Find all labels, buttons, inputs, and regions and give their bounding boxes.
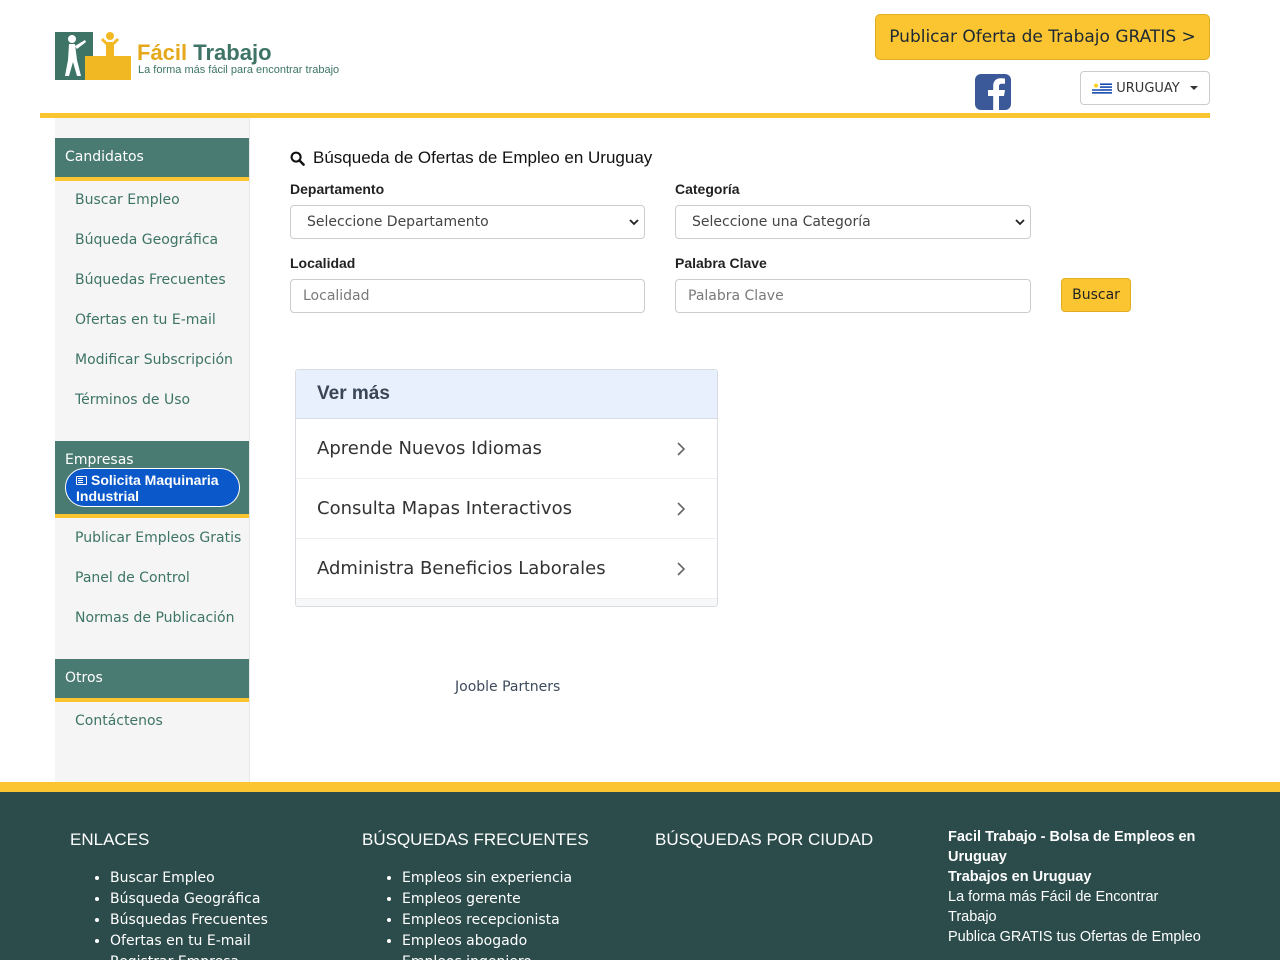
ver-mas-card: Ver más Aprende Nuevos Idiomas Consulta …: [295, 369, 718, 607]
sidebar: Candidatos Buscar Empleo Búqueda Geográf…: [55, 118, 250, 782]
footer-ciudad-title: BÚSQUEDAS POR CIUDAD: [655, 830, 874, 849]
footer-link[interactable]: Registrar Empresa: [110, 952, 268, 960]
chevron-right-icon: [677, 561, 686, 576]
ver-mas-item-mapas[interactable]: Consulta Mapas Interactivos: [296, 479, 717, 539]
sidebar-header-candidatos: Candidatos: [55, 138, 249, 181]
logo-word-trabajo: Trabajo: [193, 40, 272, 65]
site-logo[interactable]: Fácil Trabajo La forma más fácil para en…: [55, 30, 365, 82]
categoria-label: Categoría: [675, 181, 740, 197]
ver-mas-title: Ver más: [296, 370, 717, 419]
footer-link[interactable]: Búsqueda Geográfica: [110, 889, 268, 910]
country-label: URUGUAY: [1116, 80, 1180, 96]
search-title-text: Búsqueda de Ofertas de Empleo en Uruguay: [313, 148, 653, 167]
ver-mas-item-label: Administra Beneficios Laborales: [317, 558, 606, 579]
logo-name: Fácil Trabajo: [137, 41, 272, 65]
localidad-label: Localidad: [290, 255, 356, 271]
footer-link[interactable]: Empleos ingeniero: [402, 952, 572, 960]
footer-link[interactable]: Empleos sin experiencia: [402, 868, 572, 889]
footer-divider: [0, 782, 1280, 792]
buscar-button[interactable]: Buscar: [1061, 278, 1131, 312]
search-title: Búsqueda de Ofertas de Empleo en Uruguay: [290, 148, 652, 168]
ad-icon: [76, 476, 87, 485]
footer-link[interactable]: Empleos gerente: [402, 889, 572, 910]
sidebar-item-contactenos[interactable]: Contáctenos: [75, 713, 163, 729]
departamento-select[interactable]: Seleccione Departamento: [290, 205, 645, 239]
chevron-right-icon: [677, 501, 686, 516]
ver-mas-item-label: Aprende Nuevos Idiomas: [317, 438, 542, 459]
footer-about-line: Trabajos en Uruguay: [948, 869, 1092, 885]
footer-frecuentes-list: Empleos sin experiencia Empleos gerente …: [382, 868, 572, 960]
footer-link[interactable]: Buscar Empleo: [110, 868, 268, 889]
departamento-label: Departamento: [290, 181, 385, 197]
country-dropdown[interactable]: URUGUAY: [1080, 71, 1210, 105]
categoria-select-value: Seleccione una Categoría: [692, 214, 871, 230]
sidebar-item-panel-control[interactable]: Panel de Control: [75, 570, 190, 586]
footer-enlaces-list: Buscar Empleo Búsqueda Geográfica Búsque…: [90, 868, 268, 960]
chevron-down-icon: [629, 219, 639, 226]
maquinaria-ad-label: Solicita Maquinaria Industrial: [76, 472, 219, 504]
caret-down-icon: [1189, 86, 1198, 90]
footer-enlaces-title: ENLACES: [70, 830, 150, 849]
search-icon: [290, 151, 305, 166]
footer-link[interactable]: Empleos recepcionista: [402, 910, 572, 931]
footer-about: Facil Trabajo - Bolsa de Empleos en Urug…: [948, 827, 1208, 947]
facebook-icon[interactable]: [975, 74, 1011, 110]
footer-link[interactable]: Búsquedas Frecuentes: [110, 910, 268, 931]
sidebar-item-ofertas-email[interactable]: Ofertas en tu E-mail: [75, 312, 216, 328]
sidebar-header-otros: Otros: [55, 659, 249, 702]
palabra-clave-label: Palabra Clave: [675, 255, 767, 271]
footer-about-line: La forma más Fácil de Encontrar Trabajo: [948, 889, 1159, 925]
publish-job-button[interactable]: Publicar Oferta de Trabajo GRATIS >: [875, 14, 1210, 60]
sidebar-item-buscar-empleo[interactable]: Buscar Empleo: [75, 192, 180, 208]
logo-word-facil: Fácil: [137, 40, 188, 65]
footer-frecuentes-title: BÚSQUEDAS FRECUENTES: [362, 830, 589, 849]
categoria-select[interactable]: Seleccione una Categoría: [675, 205, 1031, 239]
jooble-partners-link[interactable]: Jooble Partners: [455, 679, 560, 695]
localidad-input[interactable]: [290, 279, 645, 313]
sidebar-header-empresas-label: Empresas: [65, 452, 134, 468]
footer-link[interactable]: Ofertas en tu E-mail: [110, 931, 268, 952]
footer: ENLACES Buscar Empleo Búsqueda Geográfic…: [0, 792, 1280, 960]
footer-about-line: Facil Trabajo - Bolsa de Empleos en Urug…: [948, 829, 1196, 865]
logo-tagline: La forma más fácil para encontrar trabaj…: [138, 64, 340, 76]
sidebar-item-busqueda-geografica[interactable]: Búqueda Geográfica: [75, 232, 218, 248]
maquinaria-ad-pill[interactable]: Solicita Maquinaria Industrial: [65, 468, 240, 507]
uruguay-flag-icon: [1092, 81, 1113, 95]
sidebar-item-terminos-uso[interactable]: Términos de Uso: [75, 392, 190, 408]
footer-about-line: Publica GRATIS tus Ofertas de Empleo: [948, 929, 1201, 945]
sidebar-item-busquedas-frecuentes[interactable]: Búquedas Frecuentes: [75, 272, 226, 288]
sidebar-header-empresas: Empresas Solicita Maquinaria Industrial: [55, 441, 249, 518]
sidebar-item-modificar-subscripcion[interactable]: Modificar Subscripción: [75, 352, 233, 368]
sidebar-item-normas-publicacion[interactable]: Normas de Publicación: [75, 610, 235, 626]
footer-link[interactable]: Empleos abogado: [402, 931, 572, 952]
sidebar-item-publicar-empleos[interactable]: Publicar Empleos Gratis: [75, 530, 241, 546]
logo-figures-icon: [55, 32, 131, 80]
chevron-down-icon: [1015, 219, 1025, 226]
ver-mas-item-idiomas[interactable]: Aprende Nuevos Idiomas: [296, 419, 717, 479]
ver-mas-item-label: Consulta Mapas Interactivos: [317, 498, 572, 519]
chevron-right-icon: [677, 441, 686, 456]
departamento-select-value: Seleccione Departamento: [307, 214, 489, 230]
ver-mas-item-beneficios[interactable]: Administra Beneficios Laborales: [296, 539, 717, 599]
palabra-clave-input[interactable]: [675, 279, 1031, 313]
